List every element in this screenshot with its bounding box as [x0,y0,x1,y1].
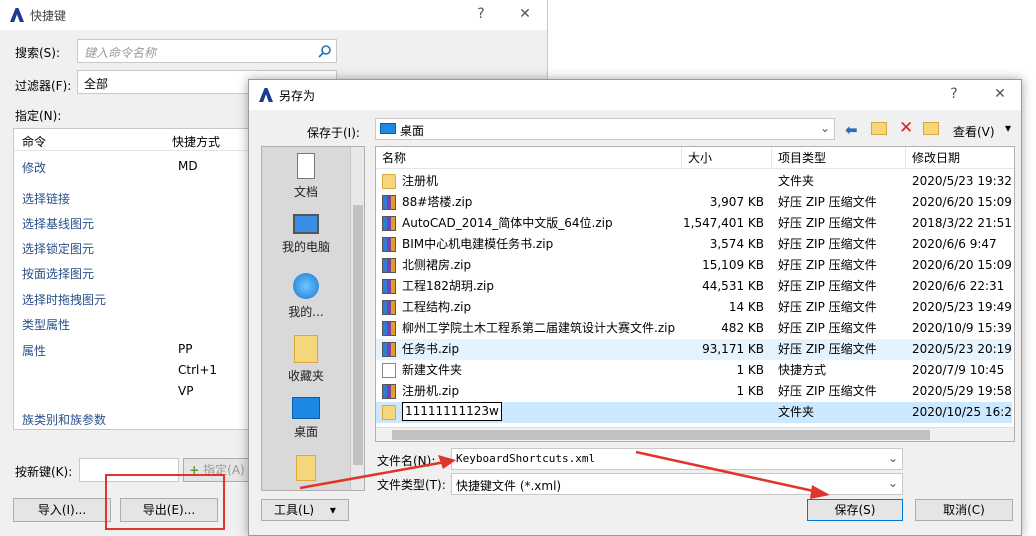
arrow-to-save [635,450,819,494]
arrowhead-save [810,485,830,499]
arrowhead-filename [438,455,456,469]
arrow-to-filename [299,460,446,490]
annotation-arrows [299,450,830,499]
